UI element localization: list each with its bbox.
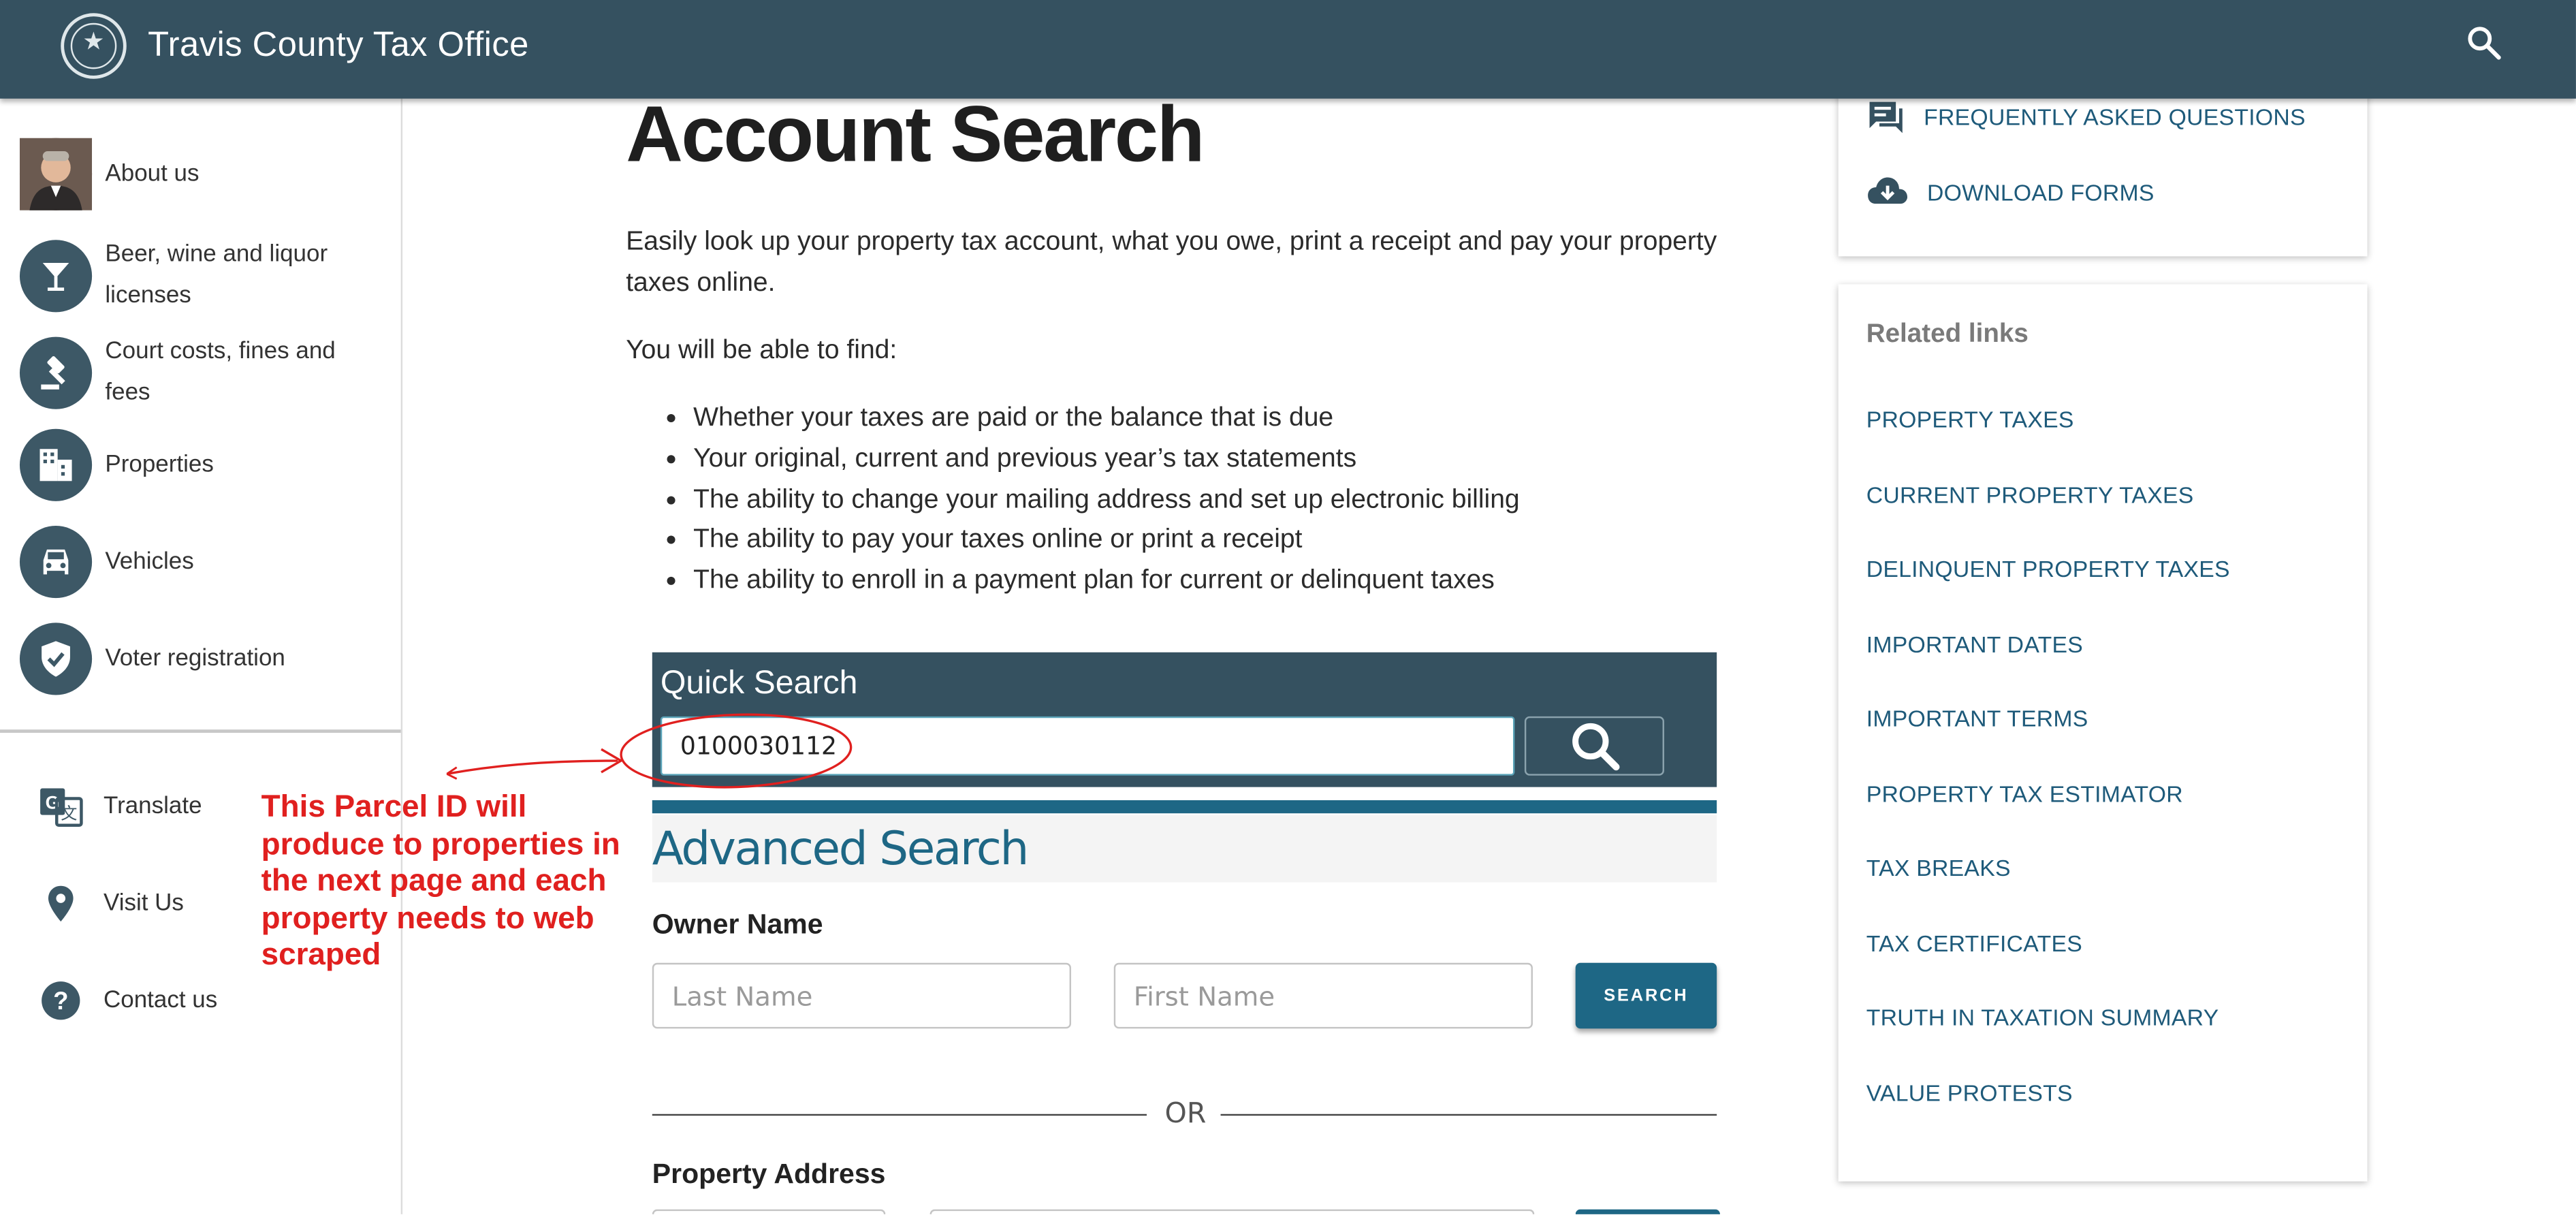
translate-link[interactable]: G文 Translate [33,779,202,835]
sidebar-item-properties[interactable]: Properties [19,428,351,501]
related-link-property-taxes[interactable]: PROPERTY TAXES [1866,406,2074,432]
sidebar-item-court-costs[interactable]: Court costs, fines and fees [19,332,351,412]
quick-search-title: Quick Search [660,665,858,702]
section-divider-bar [652,800,1717,814]
list-item: Whether your taxes are paid or the balan… [693,398,1520,439]
related-link-truth-in-taxation-summary[interactable]: TRUTH IN TAXATION SUMMARY [1866,1004,2219,1030]
page-title: Account Search [626,92,1205,179]
download-forms-label: DOWNLOAD FORMS [1926,178,2154,206]
search-icon[interactable] [2464,23,2504,63]
street-name-input[interactable] [929,1209,1535,1214]
annotation-note: This Parcel ID will produce to propertie… [261,790,620,973]
or-separator: OR [652,1096,1717,1132]
related-links-card: Related links PROPERTY TAXES CURRENT PRO… [1838,284,2368,1182]
county-seal-logo[interactable]: ★ [61,13,127,79]
related-link-tax-breaks[interactable]: TAX BREAKS [1866,855,2011,881]
owner-name-label: Owner Name [652,909,823,941]
svg-text:文: 文 [61,805,77,823]
translate-icon: G文 [33,779,89,835]
translate-label: Translate [103,793,202,820]
visit-us-link[interactable]: Visit Us [33,876,184,932]
advanced-search-title: Advanced Search [652,821,1029,876]
parcel-id-input[interactable] [660,716,1515,776]
separator-line [652,1114,1147,1116]
advanced-search-header: Advanced Search [652,815,1717,883]
intro-text: Easily look up your property tax account… [626,226,1717,298]
sidebar-item-label: Court costs, fines and fees [105,338,336,405]
top-app-bar: ★ Travis County Tax Office [0,0,2576,99]
list-item: The ability to enroll in a payment plan … [693,561,1520,601]
related-link-property-tax-estimator[interactable]: PROPERTY TAX ESTIMATOR [1866,780,2183,806]
faq-label: FREQUENTLY ASKED QUESTIONS [1924,103,2306,130]
owner-search-button[interactable]: SEARCH [1575,962,1717,1029]
first-name-input[interactable] [1113,962,1533,1029]
site-title[interactable]: Travis County Tax Office [148,23,529,69]
left-navigation: About us Beer, wine and liquor licenses … [0,98,403,1214]
sidebar-item-label: Beer, wine and liquor licenses [105,241,328,309]
gavel-icon [19,336,93,409]
sidebar-item-label: About us [105,160,200,187]
sidebar-item-beer-wine-liquor[interactable]: Beer, wine and liquor licenses [19,235,351,315]
related-link-current-property-taxes[interactable]: CURRENT PROPERTY TAXES [1866,481,2194,507]
address-search-button[interactable] [1575,1209,1720,1214]
search-icon [1571,723,1619,771]
quick-search-button[interactable] [1524,716,1664,776]
street-number-input[interactable] [652,1209,886,1214]
cocktail-glass-icon [19,239,93,312]
list-item: The ability to pay your taxes online or … [693,520,1520,561]
related-link-important-terms[interactable]: IMPORTANT TERMS [1866,705,2088,731]
shield-check-icon [19,622,93,695]
svg-text:?: ? [53,987,68,1015]
avatar-portrait-icon [19,138,93,210]
avatar-photo [19,138,93,210]
sidebar-item-label: Voter registration [105,645,285,672]
property-address-label: Property Address [652,1158,886,1190]
find-text: You will be able to find: [626,335,897,365]
sidebar-item-label: Properties [105,451,214,478]
car-icon [19,526,93,599]
or-text: OR [1164,1097,1207,1131]
sidebar-item-voter-registration[interactable]: Voter registration [19,622,351,695]
faq-link[interactable]: FREQUENTLY ASKED QUESTIONS [1866,97,2306,136]
related-link-value-protests[interactable]: VALUE PROTESTS [1866,1079,2073,1105]
related-links-title: Related links [1866,320,2029,349]
feature-list: Whether your taxes are paid or the balan… [626,398,1520,601]
quick-search-panel: Quick Search [652,652,1717,787]
location-pin-icon [33,876,89,932]
sidebar-item-vehicles[interactable]: Vehicles [19,526,351,599]
list-item: Your original, current and previous year… [693,439,1520,479]
visit-us-label: Visit Us [103,890,184,917]
nav-divider [0,729,401,733]
list-item: The ability to change your mailing addre… [693,479,1520,520]
related-link-tax-certificates[interactable]: TAX CERTIFICATES [1866,929,2082,956]
last-name-input[interactable] [652,962,1072,1029]
chat-bubble-icon [1869,101,1903,133]
annotation-arrow-tail [446,766,458,780]
help-circle-icon: ? [33,973,89,1028]
building-icon [19,428,93,501]
sidebar-item-label: Vehicles [105,548,194,575]
contact-us-link[interactable]: ? Contact us [33,973,217,1028]
annotation-arrowhead [601,748,624,774]
download-forms-link[interactable]: DOWNLOAD FORMS [1866,172,2154,212]
cloud-download-icon [1868,177,1908,204]
annotation-arrow [446,759,618,775]
related-link-important-dates[interactable]: IMPORTANT DATES [1866,630,2083,657]
sidebar-item-about-us[interactable]: About us [19,138,351,210]
contact-us-label: Contact us [103,987,218,1014]
separator-line [1220,1114,1717,1116]
seal-star-icon: ★ [82,28,105,57]
related-link-delinquent-property-taxes[interactable]: DELINQUENT PROPERTY TAXES [1866,555,2230,582]
